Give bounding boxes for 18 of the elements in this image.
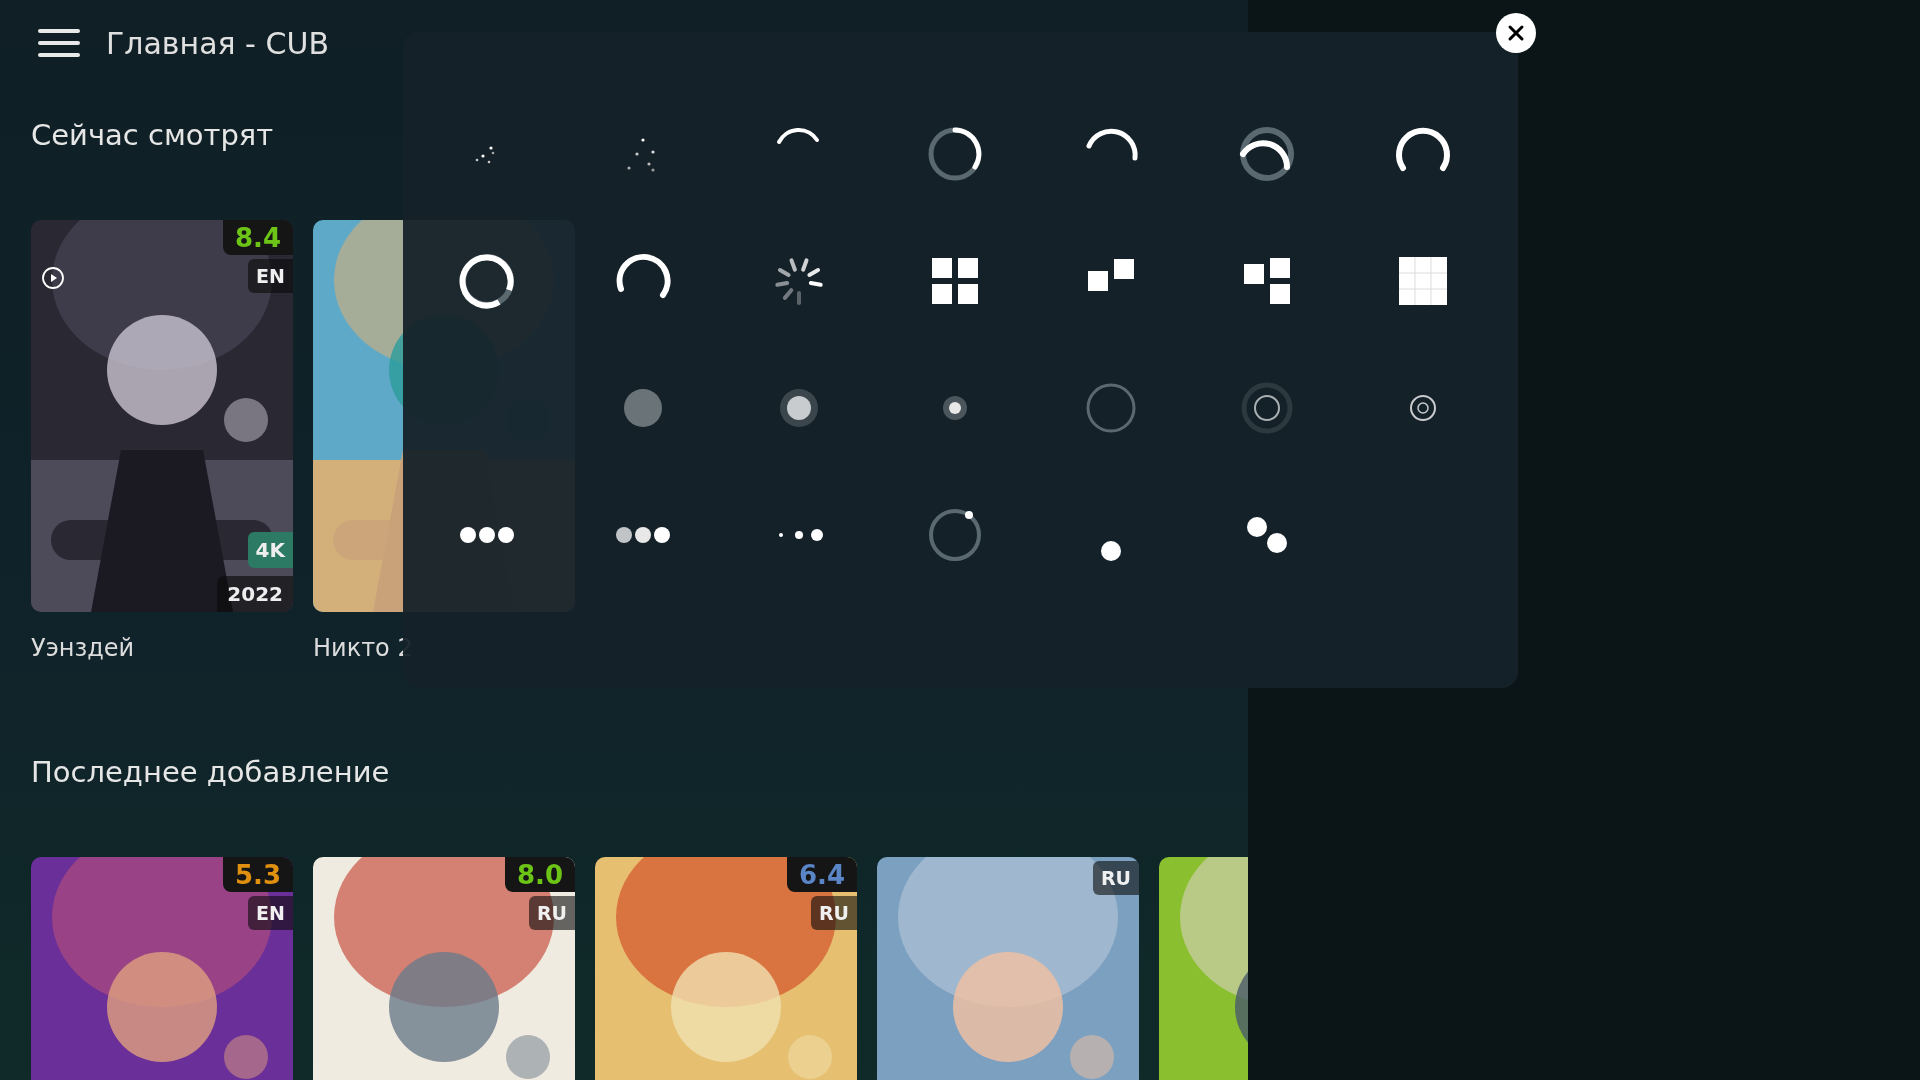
language-badge: EN [248, 259, 293, 293]
movie-title: Никто 2 [313, 634, 414, 662]
rating-badge: 6.4 [786, 857, 857, 892]
quality-badge: 4K [247, 532, 293, 568]
section-title: Последнее добавление [31, 755, 390, 789]
section-title: Сейчас смотрят [31, 118, 274, 152]
close-button[interactable] [1496, 13, 1536, 53]
language-badge: RU [528, 896, 575, 930]
menu-icon[interactable] [38, 29, 80, 57]
language-badge: RU [1092, 861, 1139, 895]
year-badge: 2022 [217, 576, 293, 612]
rating-badge: 8.0 [504, 857, 575, 892]
page-title: Главная - CUB [106, 25, 329, 61]
language-badge: RU [810, 896, 857, 930]
language-badge: EN [248, 896, 293, 930]
rating-badge: 5.3 [222, 857, 293, 892]
rating-badge: 8.4 [222, 220, 293, 255]
movie-title: Уэнздей [31, 634, 136, 662]
